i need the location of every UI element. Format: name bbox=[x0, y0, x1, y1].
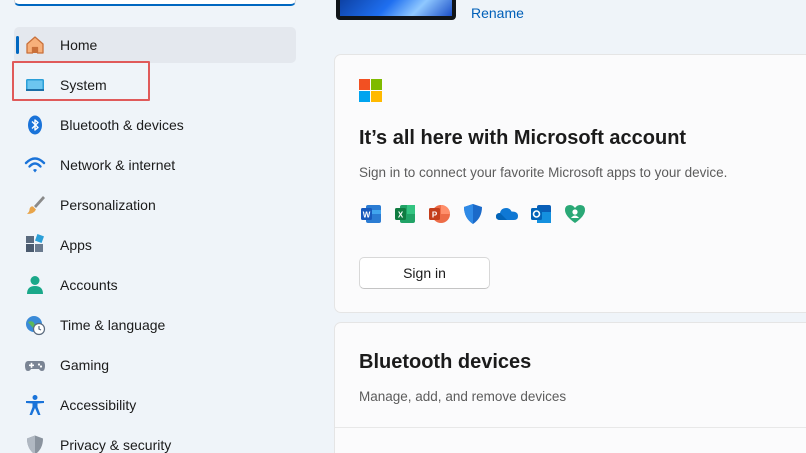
globe-clock-icon bbox=[24, 314, 46, 336]
app-icon-row: W X P bbox=[359, 202, 587, 226]
powerpoint-icon: P bbox=[427, 202, 451, 226]
device-thumbnail bbox=[336, 0, 456, 20]
divider bbox=[335, 427, 806, 428]
card-title: It’s all here with Microsoft account bbox=[359, 127, 687, 149]
sidebar-item-personalization[interactable]: Personalization bbox=[14, 187, 296, 223]
sidebar-item-apps[interactable]: Apps bbox=[14, 227, 296, 263]
sidebar-item-label: Accounts bbox=[60, 277, 118, 293]
home-icon bbox=[24, 34, 46, 56]
sidebar-item-label: Privacy & security bbox=[60, 437, 172, 453]
wifi-icon bbox=[24, 154, 46, 176]
settings-sidebar: Home System Bluetooth & devices Network … bbox=[0, 0, 310, 453]
card-subtitle: Manage, add, and remove devices bbox=[359, 389, 567, 404]
sidebar-item-home[interactable]: Home bbox=[14, 27, 296, 63]
bluetooth-icon bbox=[24, 114, 46, 136]
card-subtitle: Sign in to connect your favorite Microso… bbox=[359, 165, 728, 180]
sidebar-item-label: System bbox=[60, 77, 107, 93]
shield-icon bbox=[24, 434, 46, 453]
sidebar-item-label: Accessibility bbox=[60, 397, 137, 413]
sidebar-item-accessibility[interactable]: Accessibility bbox=[14, 387, 296, 423]
sidebar-item-label: Home bbox=[60, 37, 98, 53]
sidebar-item-system[interactable]: System bbox=[14, 67, 296, 103]
sidebar-item-network[interactable]: Network & internet bbox=[14, 147, 296, 183]
sidebar-item-label: Bluetooth & devices bbox=[60, 117, 184, 133]
apps-icon bbox=[24, 234, 46, 256]
gamepad-icon bbox=[24, 354, 46, 376]
svg-text:X: X bbox=[398, 211, 404, 220]
sidebar-item-privacy[interactable]: Privacy & security bbox=[14, 427, 296, 453]
sidebar-item-time[interactable]: Time & language bbox=[14, 307, 296, 343]
word-icon: W bbox=[359, 202, 383, 226]
excel-icon: X bbox=[393, 202, 417, 226]
sidebar-item-label: Network & internet bbox=[60, 157, 176, 173]
svg-text:W: W bbox=[363, 211, 371, 220]
brush-icon bbox=[24, 194, 46, 216]
microsoft-logo-icon bbox=[359, 79, 382, 102]
rename-link[interactable]: Rename bbox=[471, 5, 524, 21]
accessibility-icon bbox=[24, 394, 46, 416]
person-icon bbox=[24, 274, 46, 296]
sidebar-item-label: Time & language bbox=[60, 317, 166, 333]
card-title: Bluetooth devices bbox=[359, 351, 532, 373]
family-icon bbox=[563, 202, 587, 226]
sidebar-item-label: Apps bbox=[60, 237, 92, 253]
bluetooth-devices-card: Bluetooth devices Manage, add, and remov… bbox=[334, 322, 806, 453]
sign-in-button[interactable]: Sign in bbox=[359, 257, 490, 289]
sidebar-item-gaming[interactable]: Gaming bbox=[14, 347, 296, 383]
outlook-icon bbox=[529, 202, 553, 226]
system-icon bbox=[24, 74, 46, 96]
svg-text:P: P bbox=[432, 211, 438, 220]
sidebar-item-accounts[interactable]: Accounts bbox=[14, 267, 296, 303]
sidebar-item-bluetooth[interactable]: Bluetooth & devices bbox=[14, 107, 296, 143]
selection-indicator bbox=[16, 36, 19, 54]
defender-icon bbox=[461, 202, 485, 226]
sidebar-item-label: Gaming bbox=[60, 357, 110, 373]
microsoft-account-card: It’s all here with Microsoft account Sig… bbox=[334, 54, 806, 313]
search-input[interactable] bbox=[14, 0, 296, 6]
onedrive-icon bbox=[495, 202, 519, 226]
sidebar-item-label: Personalization bbox=[60, 197, 156, 213]
